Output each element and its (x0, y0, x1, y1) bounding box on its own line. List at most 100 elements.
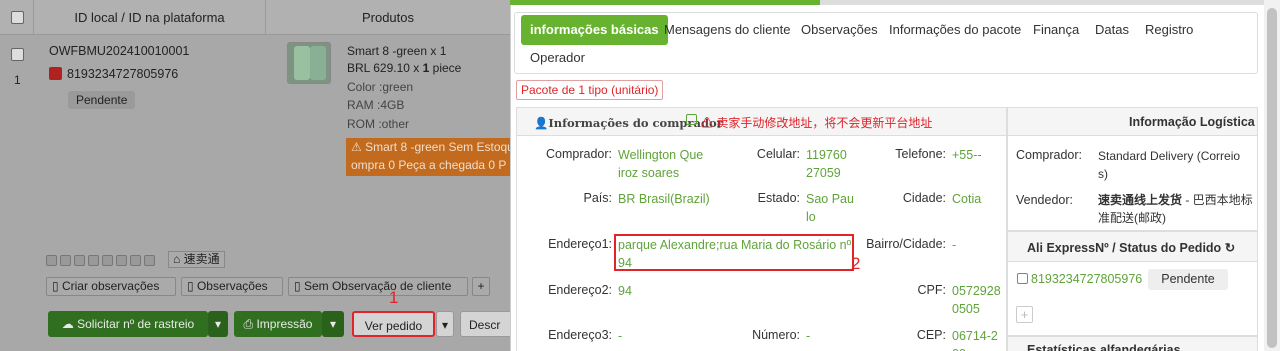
value-cpf[interactable]: 0572928 0505 (952, 282, 1001, 318)
row-checkbox[interactable] (11, 48, 24, 61)
label-city: Cidade: (902, 191, 946, 205)
aliexpress-order-id[interactable]: 8193234727805976 (1031, 272, 1142, 286)
aliexpress-status-badge: Pendente (1148, 269, 1228, 290)
label-phone: Telefone: (895, 147, 946, 161)
product-thumbnail[interactable] (287, 42, 331, 84)
caret-down-icon: ▾ (329, 317, 337, 331)
value-buyer[interactable]: Wellington Que iroz soares (618, 146, 703, 182)
log-seller-service: 速卖通线上发货 - 巴西本地标 准配送(邮政) (1098, 193, 1253, 225)
value-district[interactable]: - (952, 236, 956, 254)
status-icon-2 (60, 255, 71, 267)
label-state: Estado: (757, 191, 800, 205)
caret-down-icon: ▾ (214, 317, 222, 331)
truck-icon (88, 255, 99, 267)
logistics-title: Informação Logística (1129, 115, 1255, 129)
customs-title: Estatísticas alfandegárias (1027, 343, 1181, 351)
header-id: ID local / ID na plataforma (34, 0, 266, 35)
order-list-overlay: ID local / ID na plataforma Produtos 1 O… (0, 0, 510, 351)
value-country[interactable]: BR Brasil(Brazil) (618, 190, 710, 208)
shipping-tag: ⌂ 速卖通 (168, 251, 225, 268)
label-number: Número: (752, 328, 800, 342)
add-observation-button[interactable]: + (472, 277, 490, 296)
product-name: Smart 8 -green x 1 (347, 44, 447, 58)
tab-observations[interactable]: Observações (801, 22, 878, 37)
print-dropdown-toggle[interactable]: ▾ (322, 311, 344, 337)
value-city[interactable]: Cotia (952, 190, 981, 208)
order-progress-bar (510, 0, 1280, 5)
log-buyer-service: Standard Delivery (Correio s) (1098, 149, 1241, 181)
view-order-dropdown[interactable]: ▾ (436, 311, 454, 337)
header-checkbox-cell (0, 0, 34, 35)
upload-icon (130, 255, 141, 267)
annotation-1: 1 (389, 288, 399, 307)
label-address3: Endereço3: (548, 328, 612, 342)
address-warning: ⚠ 卖家手动修改地址，将不会更新平台地址 (701, 116, 933, 130)
label-cpf: CPF: (917, 283, 946, 297)
log-buyer-label: Comprador: (1016, 148, 1082, 162)
lock-icon (116, 255, 127, 267)
value-zip[interactable]: 06714-200 (952, 327, 998, 351)
aliexpress-title: Ali ExpressNº / Status do Pedido ↻ (1027, 241, 1236, 255)
add-icon[interactable]: + (1016, 306, 1033, 323)
caret-down-icon: ▾ (441, 318, 449, 332)
header-products: Produtos (361, 10, 415, 25)
tab-customer-messages[interactable]: Mensagens do cliente (664, 22, 790, 37)
table-header: ID local / ID na plataforma Produtos (0, 0, 510, 35)
label-mobile: Celular: (756, 147, 800, 161)
warning-icon: ⚠ (351, 140, 362, 154)
create-observation-button[interactable]: ▯ Criar observações (46, 277, 176, 296)
no-customer-observation[interactable]: ▯ Sem Observação de cliente (288, 277, 468, 296)
value-number[interactable]: - (806, 327, 810, 345)
tab-operator[interactable]: Operador (530, 50, 585, 65)
gift-icon (74, 255, 85, 267)
local-id[interactable]: OWFBMU202410010001 (49, 44, 189, 58)
printer-icon: ⎙ (243, 317, 254, 331)
print-button[interactable]: ⎙ Impressão (234, 311, 322, 337)
label-buyer: Comprador: (546, 147, 612, 161)
attr-color: Color :green (347, 80, 414, 94)
tab-log[interactable]: Registro (1145, 22, 1193, 37)
copy-icon[interactable] (1017, 273, 1028, 284)
tab-finance[interactable]: Finança (1033, 22, 1079, 37)
value-state[interactable]: Sao Pau lo (806, 190, 854, 226)
detail-tabs: informações básicas Mensagens do cliente… (514, 12, 1258, 74)
log-seller-label: Vendedor: (1016, 193, 1073, 207)
warning-icon: ⚠ (701, 116, 714, 130)
note-icon: ▯ (294, 279, 301, 293)
home-icon: ⌂ (173, 252, 181, 266)
package-type-badge: Pacote de 1 tipo (unitário) (516, 80, 664, 100)
note-icon: ▯ (52, 279, 59, 293)
stock-warning: ⚠ Smart 8 -green Sem Estoque ompra 0 Peç… (346, 138, 510, 176)
value-mobile[interactable]: 119760 27059 (806, 146, 847, 182)
observations-button[interactable]: ▯ Observações (181, 277, 283, 296)
tab-dates[interactable]: Datas (1095, 22, 1129, 37)
note-icon: ▯ (187, 279, 194, 293)
value-address2[interactable]: 94 (618, 282, 632, 300)
platform-id[interactable]: 8193234727805976 (67, 67, 178, 81)
view-order-button[interactable]: Ver pedido (352, 311, 435, 337)
buyer-info-box (516, 107, 1007, 351)
select-all-checkbox[interactable] (11, 11, 24, 24)
label-zip: CEP: (916, 328, 946, 342)
panel-scrollbar[interactable] (1264, 0, 1280, 351)
value-address1[interactable]: parque Alexandre;rua Maria do Rosário nº… (618, 236, 851, 272)
tab-basic-info[interactable]: informações básicas (521, 15, 668, 45)
description-button[interactable]: Descr (460, 311, 510, 337)
aliexpress-icon (49, 67, 62, 80)
print-icon (102, 255, 113, 267)
value-phone[interactable]: +55-- (952, 146, 982, 164)
scrollbar-thumb[interactable] (1267, 8, 1277, 348)
annotation-2: 2 (851, 254, 861, 273)
tracking-dropdown-toggle[interactable]: ▾ (208, 311, 228, 337)
status-icon-1 (46, 255, 57, 267)
user-icon: 👤 (534, 116, 549, 130)
request-tracking-button[interactable]: ☁ Solicitar nº de rastreio (48, 311, 208, 337)
label-district: Bairro/Cidade: (866, 237, 946, 251)
status-badge: Pendente (68, 91, 136, 109)
copy-icon[interactable] (686, 114, 697, 125)
tab-package-info[interactable]: Informações do pacote (889, 22, 1021, 37)
refresh-icon[interactable]: ↻ (1225, 241, 1235, 255)
cloud-upload-icon: ☁ (61, 317, 74, 331)
value-address3[interactable]: - (618, 327, 622, 345)
row-index: 1 (14, 73, 21, 87)
